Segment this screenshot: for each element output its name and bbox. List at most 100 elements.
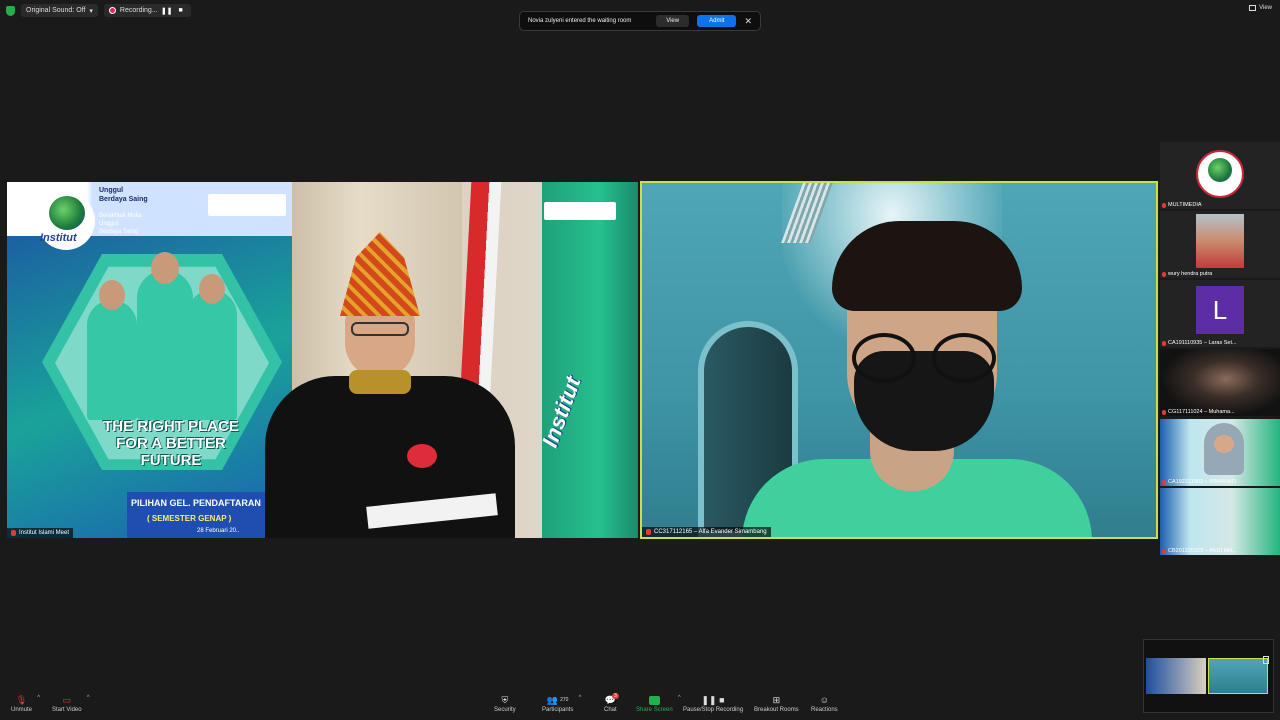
start-video-button[interactable]: ▭ Start Video ^ <box>52 694 90 714</box>
student-figure <box>187 290 237 420</box>
chevron-up-icon[interactable]: ^ <box>37 695 40 701</box>
pause-stop-recording-label: Pause/Stop Recording <box>683 707 744 713</box>
participant-video <box>1160 349 1280 416</box>
self-view-video-right <box>1208 658 1268 694</box>
student-figure <box>137 270 193 420</box>
thumb-label: CG117111024 – Muhama... <box>1162 409 1235 415</box>
smiley-plus-icon: ☺ <box>819 695 829 705</box>
recording-dot-icon <box>108 7 116 14</box>
speaker-collar <box>349 370 411 394</box>
security-shield-icon[interactable] <box>6 5 15 16</box>
share-screen-button[interactable]: Share Screen ^ <box>636 695 681 713</box>
participant-name: CG117111024 – Muhama... <box>1168 409 1235 415</box>
participant-name: CA192221902 – IRMAWATI <box>1168 479 1236 485</box>
student-head <box>99 280 125 310</box>
share-screen-label: Share Screen <box>636 707 673 713</box>
original-sound-label: Original Sound: Off <box>26 7 86 14</box>
registration-ribbon: PILIHAN GEL. PENDAFTARAN ( SEMESTER GENA… <box>127 492 287 538</box>
banner-slogan: THE RIGHT PLACE FOR A BETTER FUTURE <box>103 418 239 469</box>
unmute-label: Unmute <box>11 707 33 713</box>
chevron-up-icon[interactable]: ^ <box>87 695 90 701</box>
participant-name: Institut Islami Meet <box>19 530 70 536</box>
logo-text: Institut <box>40 232 77 244</box>
close-icon[interactable]: ✕ <box>744 16 752 27</box>
thumb-label: MULTIMEDIA <box>1162 202 1202 208</box>
video-tile-active-speaker[interactable]: CC317112165 – Alfa Evander Simambang <box>640 181 1158 539</box>
security-button[interactable]: ⛨ Security <box>494 694 516 714</box>
breakout-rooms-button[interactable]: ⊞ Breakout Rooms <box>754 694 799 714</box>
participant-video <box>1204 423 1244 475</box>
chat-button[interactable]: 💬 3 Chat <box>604 693 619 713</box>
mic-muted-icon <box>1162 409 1166 415</box>
participant-thumb[interactable]: CG117111024 – Muhama... <box>1160 349 1280 416</box>
mic-muted-icon: 🎙 <box>15 694 28 705</box>
video-name-tag: Institut Islami Meet <box>7 528 74 538</box>
meeting-toolbar: 🎙 Unmute ^ ▭ Start Video ^ ⛨ Security 👥 2… <box>0 692 1280 720</box>
notification-view-button[interactable]: View <box>656 15 690 27</box>
mic-muted-icon <box>1162 202 1166 208</box>
globe-logo-icon <box>49 196 85 230</box>
more-options-icon[interactable] <box>1263 656 1269 664</box>
zoom-meeting-window: Original Sound: Off ▾ Recording... ❚❚ ■ … <box>0 0 1280 720</box>
chevron-up-icon[interactable]: ^ <box>678 695 681 701</box>
participant-thumb[interactable]: CB201220329 – ANDI MH... <box>1160 488 1280 555</box>
participants-icon: 👥 270 <box>546 694 569 705</box>
ribbon-subtitle: ( SEMESTER GENAP ) <box>147 514 232 523</box>
participant-name: CA191110935 – Laras Set... <box>1168 340 1237 346</box>
participant-thumb[interactable]: wury hendra putra <box>1160 211 1280 278</box>
video-name-tag: CC317112165 – Alfa Evander Simambang <box>642 527 771 537</box>
participant-strip: MULTIMEDIA wury hendra putra L CA1911109… <box>1158 142 1280 558</box>
mic-muted-icon <box>1162 271 1166 277</box>
admit-button[interactable]: Admit <box>697 15 737 27</box>
mic-muted-icon <box>646 529 651 535</box>
reactions-button[interactable]: ☺ Reactions <box>811 695 838 713</box>
microphone <box>407 444 437 468</box>
ribbon-title: PILIHAN GEL. PENDAFTARAN <box>131 498 261 508</box>
video-tile-host[interactable]: Institut Unggul Berdaya Saing Berakhlak … <box>7 182 638 538</box>
chevron-up-icon[interactable]: ^ <box>579 695 582 701</box>
accreditation-badges <box>208 194 286 216</box>
grid-icon <box>1249 5 1257 11</box>
original-sound-toggle[interactable]: Original Sound: Off ▾ <box>21 4 98 17</box>
recording-label: Recording... <box>119 7 158 14</box>
share-screen-icon <box>648 695 660 705</box>
participants-count: 270 <box>560 697 569 703</box>
institute-logo-icon <box>1196 150 1244 198</box>
pause-recording-icon[interactable]: ❚❚ <box>161 6 173 16</box>
participant-hair <box>832 221 1022 311</box>
ribbon-date: 28 Februari 20.. <box>197 528 240 534</box>
view-button[interactable]: View <box>1249 5 1272 11</box>
mic-muted-icon <box>1162 548 1166 554</box>
unmute-button[interactable]: 🎙 Unmute ^ <box>11 694 40 714</box>
thumb-label: wury hendra putra <box>1162 271 1212 277</box>
chat-label: Chat <box>604 707 617 713</box>
participant-name: wury hendra putra <box>1168 271 1213 277</box>
participant-virtual-background <box>1160 488 1280 555</box>
banner-tagline: Unggul Berdaya Saing <box>99 187 148 203</box>
recording-indicator: Recording... ❚❚ ■ <box>103 4 191 17</box>
glasses-right <box>932 333 996 383</box>
security-label: Security <box>494 707 516 713</box>
pause-stop-icon: ❚❚ ■ <box>701 694 725 705</box>
participant-name: CB201220329 – ANDI MH... <box>1168 548 1237 554</box>
students-illustration <box>77 230 267 420</box>
chevron-down-icon: ▾ <box>89 7 93 15</box>
participant-thumb[interactable]: CA192221902 – IRMAWATI <box>1160 419 1280 486</box>
waiting-room-notification: Novia zulyeni entered the waiting room V… <box>519 11 761 31</box>
student-head <box>151 252 179 284</box>
start-video-label: Start Video <box>52 707 82 713</box>
participant-thumb[interactable]: MULTIMEDIA <box>1160 142 1280 209</box>
shield-icon: ⛨ <box>501 694 509 705</box>
participant-thumb[interactable]: L CA191110935 – Laras Set... <box>1160 280 1280 347</box>
chat-badge: 3 <box>612 693 619 699</box>
speaker-glasses <box>351 322 409 336</box>
stop-recording-icon[interactable]: ■ <box>176 6 186 16</box>
participant-video <box>1196 214 1244 268</box>
sponsor-logos <box>544 202 616 220</box>
video-off-icon: ▭ <box>62 694 72 705</box>
breakout-rooms-icon: ⊞ <box>772 694 781 705</box>
participants-button[interactable]: 👥 270 Participants ^ <box>542 694 581 714</box>
pause-stop-recording-button[interactable]: ❚❚ ■ Pause/Stop Recording <box>683 694 744 714</box>
avatar-initial: L <box>1196 286 1244 334</box>
thumb-label: CA192221902 – IRMAWATI <box>1162 479 1236 485</box>
